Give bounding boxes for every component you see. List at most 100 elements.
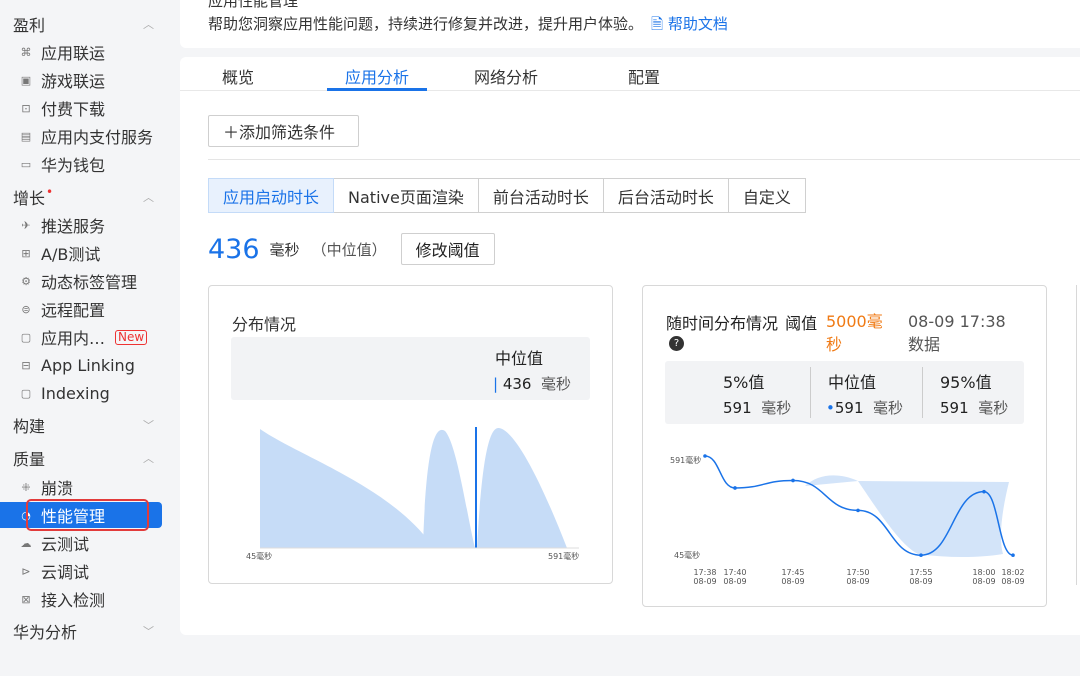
sidebar-section-monetize[interactable]: 盈利 ︿ — [0, 11, 166, 37]
new-badge: New — [115, 329, 148, 345]
sidebar-item-push[interactable]: ✈ 推送服务 — [0, 212, 162, 238]
x-tick-label: 18:02 08-09 — [1001, 568, 1025, 586]
series-point — [1011, 553, 1015, 557]
payment-icon: ▤ — [20, 129, 32, 143]
tab-network-analysis[interactable]: 网络分析 — [474, 64, 538, 91]
help-doc-link[interactable]: 🗎 帮助文档 — [651, 15, 728, 33]
sidebar-item-dynamic-tag[interactable]: ⚙ 动态标签管理 — [0, 268, 162, 294]
page-header: 应用性能管理 帮助您洞察应用性能问题，持续进行修复并改进，提升用户体验。 🗎 帮助… — [180, 0, 1080, 48]
sidebar-item-access-check[interactable]: ⊠ 接入检测 — [0, 586, 162, 612]
crash-icon: ⁜ — [21, 480, 31, 494]
p5-label: 5%值 — [723, 373, 765, 392]
sidebar-item-cloud-test[interactable]: ☁ 云测试 — [0, 530, 162, 556]
sidebar-item-app-promotion[interactable]: ⌘ 应用联运 — [0, 39, 162, 65]
sidebar: 盈利 ︿ ⌘ 应用联运 ▣ 游戏联运 ⊡ 付费下载 ▤ 应用内支付服务 ▭ 华为钱包 增长 •… — [0, 0, 166, 676]
help-icon[interactable]: ? — [669, 336, 684, 351]
chevron-down-icon: ﹀ — [143, 419, 154, 432]
median-value-row: | 436 毫秒 — [493, 375, 572, 393]
percentile-divider — [810, 367, 811, 418]
chevron-down-icon: ﹀ — [143, 625, 154, 638]
subtab-foreground-time[interactable]: 前台活动时长 — [478, 178, 604, 213]
tab-app-analysis[interactable]: 应用分析 — [327, 64, 427, 91]
x-tick-label: 17:55 08-09 — [909, 568, 933, 586]
sidebar-section-analytics[interactable]: 华为分析 ﹀ — [0, 618, 166, 644]
distribution-area-3 — [477, 427, 567, 548]
wallet-icon: ▭ — [20, 157, 32, 171]
sidebar-item-indexing[interactable]: ▢ Indexing — [0, 380, 162, 406]
sidebar-item-performance[interactable]: ◔ 性能管理 — [0, 502, 162, 528]
edit-threshold-button[interactable]: 修改阈值 — [400, 233, 495, 265]
band-area — [805, 475, 1009, 557]
series-point — [856, 508, 860, 513]
chevron-up-icon: ︿ — [143, 452, 154, 465]
sidebar-item-ab-test[interactable]: ⊞ A/B测试 — [0, 240, 162, 266]
metric-note: （中位值） — [311, 240, 387, 259]
check-icon: ⊠ — [21, 592, 31, 606]
message-icon: ▢ — [20, 330, 32, 344]
percentile-divider — [922, 367, 923, 418]
subtab-background-time[interactable]: 后台活动时长 — [603, 178, 729, 213]
tab-config[interactable]: 配置 — [628, 64, 660, 91]
sidebar-item-paid-download[interactable]: ⊡ 付费下载 — [0, 95, 162, 121]
ab-test-icon: ⊞ — [21, 246, 31, 260]
median-label: 中位值 — [495, 349, 544, 368]
distribution-area-2 — [423, 429, 475, 548]
distribution-panel: 分布情况 中位值 | 436 毫秒 45毫秒 591毫秒 — [208, 285, 613, 584]
x-tick-label: 18:00 08-09 — [972, 568, 996, 586]
tab-bar: 概览 应用分析 网络分析 配置 — [180, 57, 1080, 91]
tab-overview[interactable]: 概览 — [222, 64, 254, 91]
distribution-title: 分布情况 — [232, 315, 297, 334]
game-icon: ▣ — [20, 73, 32, 87]
subtab-native-render[interactable]: Native页面渲染 — [334, 178, 479, 213]
add-filter-button[interactable]: ＋添加筛选条件 — [208, 115, 359, 147]
tag-icon: ⚙ — [21, 274, 31, 288]
p5-value-row: 591 毫秒 — [723, 399, 792, 417]
series-point — [982, 489, 986, 494]
cloud-test-icon: ☁ — [20, 536, 32, 550]
subtab-custom[interactable]: 自定义 — [728, 178, 806, 213]
metric-unit: 毫秒 — [269, 240, 300, 259]
sidebar-item-wallet[interactable]: ▭ 华为钱包 — [0, 151, 162, 177]
sidebar-item-crash[interactable]: ⁜ 崩溃 — [0, 474, 162, 500]
subtab-launch-time[interactable]: 应用启动时长 — [208, 178, 335, 213]
sidebar-item-remote-config[interactable]: ⊜ 远程配置 — [0, 296, 162, 322]
median-value-row: •591 毫秒 — [826, 399, 904, 417]
sidebar-item-iap[interactable]: ▤ 应用内支付服务 — [0, 123, 162, 149]
applink-icon: ⊟ — [21, 358, 31, 372]
link-icon: ⌘ — [20, 45, 32, 59]
cloud-debug-icon: ⊳ — [21, 564, 31, 578]
x-tick-label: 17:38 08-09 — [693, 568, 717, 586]
sidebar-section-build[interactable]: 构建 ﹀ — [0, 412, 166, 438]
sidebar-section-quality[interactable]: 质量 ︿ — [0, 445, 166, 471]
series-point — [791, 478, 795, 483]
sidebar-item-in-app-messaging[interactable]: ▢ 应用内… New — [0, 324, 162, 350]
series-point — [733, 486, 737, 490]
chevron-up-icon: ︿ — [143, 18, 154, 31]
metric-summary: 436 毫秒 （中位值） 修改阈值 — [208, 233, 495, 265]
x-min-label: 45毫秒 — [246, 552, 273, 561]
series-point — [919, 553, 923, 557]
percentile-box: 5%值 591 毫秒 中位值 •591 毫秒 95%值 591 毫秒 — [665, 361, 1024, 424]
time-distribution-panel: 随时间分布情况 阈值 5000毫秒 08-09 17:38 数据 ? 5%值 59… — [642, 285, 1047, 607]
metric-subtabs: 应用启动时长 Native页面渲染 前台活动时长 后台活动时长 自定义 — [208, 178, 806, 213]
metric-value: 436 — [208, 233, 260, 265]
divider — [208, 159, 1080, 160]
sidebar-item-game-promotion[interactable]: ▣ 游戏联运 — [0, 67, 162, 93]
sidebar-item-cloud-debug[interactable]: ⊳ 云调试 — [0, 558, 162, 584]
index-icon: ▢ — [20, 386, 32, 400]
time-dist-title-row: 随时间分布情况 阈值 — [666, 314, 818, 333]
distribution-area-1 — [260, 429, 431, 548]
page-title: 应用性能管理 — [208, 0, 299, 10]
main-panel: 概览 应用分析 网络分析 配置 ＋添加筛选条件 应用启动时长 Native页面渲… — [180, 57, 1080, 635]
time-series-chart — [703, 454, 1015, 557]
document-icon: 🗎 — [651, 15, 664, 33]
sidebar-item-app-linking[interactable]: ⊟ App Linking — [0, 352, 162, 378]
next-panel-edge — [1076, 285, 1080, 585]
performance-icon: ◔ — [21, 508, 31, 522]
threshold-value: 5000毫秒 — [826, 312, 883, 354]
config-icon: ⊜ — [21, 302, 31, 316]
sidebar-section-growth[interactable]: 增长 • ︿ — [0, 184, 166, 210]
distribution-median-box: 中位值 | 436 毫秒 — [231, 337, 590, 400]
push-icon: ✈ — [21, 218, 31, 232]
median-label: 中位值 — [828, 373, 877, 392]
